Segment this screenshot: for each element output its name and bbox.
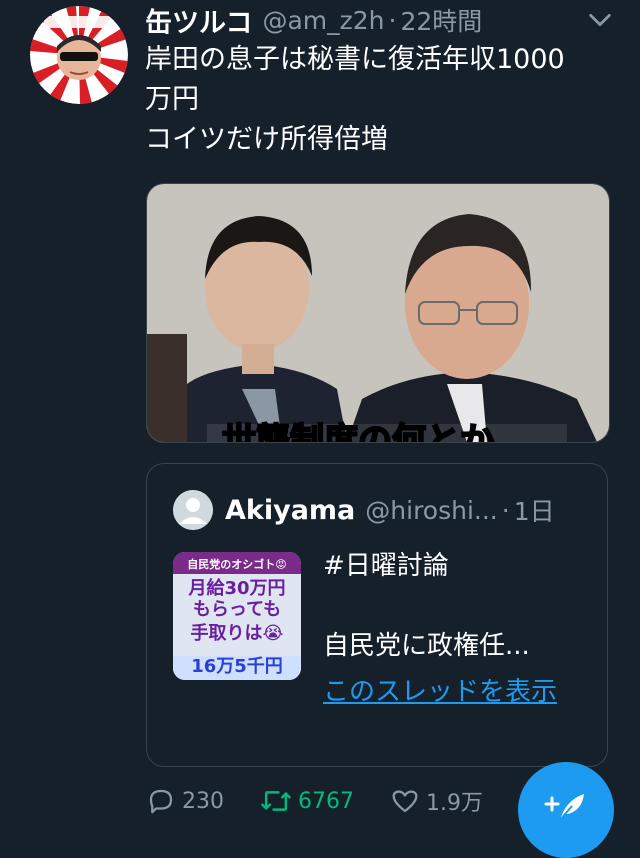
chevron-down-icon[interactable] [586, 6, 614, 34]
quoted-tweet-header: Akiyama @hiroshi... · 1日 [173, 490, 593, 530]
like-count: 1.9万 [426, 791, 483, 816]
author-display-name[interactable]: 缶ツルコ [145, 1, 252, 40]
tweet-timestamp[interactable]: 22時間 [400, 2, 482, 38]
tweet-header: 缶ツルコ @am_z2h · 22時間 [145, 0, 620, 40]
author-handle[interactable]: @am_z2h [262, 6, 384, 35]
reply-count: 230 [182, 788, 224, 814]
thumb-line-1: 自民党のオシゴト😡 [187, 557, 286, 571]
retweet-count: 6767 [298, 788, 354, 814]
quoted-timestamp: 1日 [513, 497, 555, 526]
thumbnail-image: 自民党のオシゴト😡 月給30万円 もらっても 手取りは😭 16万5千円 [173, 552, 301, 680]
avatar-image [30, 6, 128, 104]
default-avatar-icon [173, 490, 213, 530]
tweet-media-image[interactable]: 世襲制度の何とか [146, 183, 610, 443]
retweet-icon [261, 791, 291, 811]
author-avatar[interactable] [30, 6, 128, 104]
separator-dot: · [501, 495, 510, 525]
thumb-line-5: 16万5千円 [191, 656, 283, 677]
compose-tweet-button[interactable] [518, 762, 614, 858]
quoted-author-handle[interactable]: @hiroshi... [365, 496, 497, 525]
like-button[interactable]: 1.9万 [390, 785, 483, 817]
thumb-line-2: 月給30万円 [187, 577, 285, 599]
thumb-line-3: もらっても [193, 599, 281, 620]
quoted-tweet-thumbnail[interactable]: 自民党のオシゴト😡 月給30万円 もらっても 手取りは😭 16万5千円 [173, 552, 301, 680]
quoted-tweet[interactable]: Akiyama @hiroshi... · 1日 自民党のオシゴト😡 月給30万… [146, 463, 608, 767]
quoted-author-name[interactable]: Akiyama [225, 495, 355, 526]
compose-feather-icon [544, 794, 584, 821]
quoted-tweet-text: #日曜討論 自民党に政権任... [323, 551, 530, 661]
media-caption-text: 世襲制度の何とか [222, 421, 494, 442]
reply-button[interactable]: 230 [146, 786, 224, 816]
quoted-author-avatar[interactable] [173, 490, 213, 530]
heart-icon [392, 790, 418, 813]
photo-image: 世襲制度の何とか [147, 184, 609, 442]
tweet-action-bar: 230 6767 1.9万 [146, 784, 519, 818]
show-thread-link[interactable]: このスレッドを表示 [323, 674, 593, 710]
retweet-button[interactable]: 6767 [260, 786, 354, 816]
separator-dot: · [388, 5, 397, 35]
thumb-line-4: 手取りは😭 [190, 622, 283, 644]
reply-icon [149, 789, 173, 814]
tweet-text: 岸田の息子は秘書に復活年収1000 万円 コイツだけ所得倍増 [145, 44, 565, 155]
